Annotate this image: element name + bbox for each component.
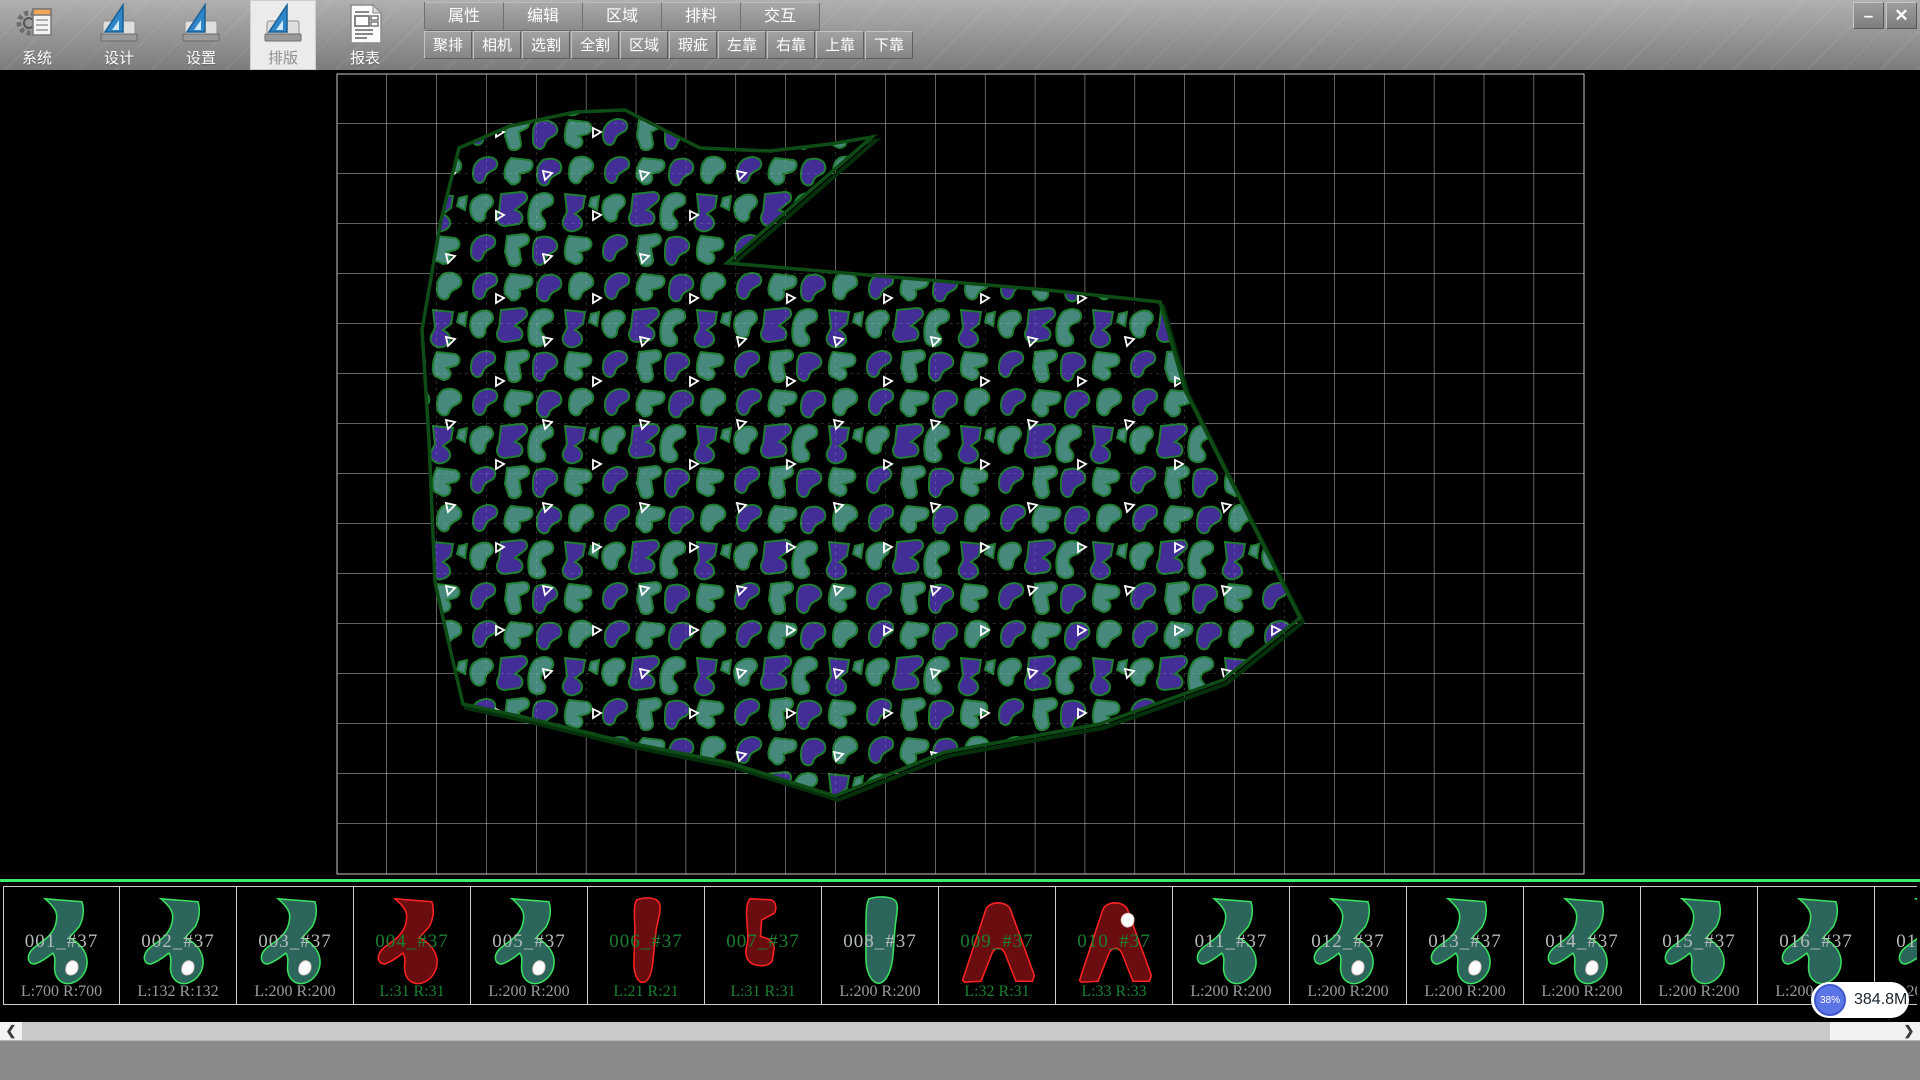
gear-notepad-icon	[15, 3, 59, 45]
part-lr-count: L:200 R:200	[1290, 983, 1406, 1001]
nesting-canvas[interactable]	[0, 70, 1920, 879]
action-align-top[interactable]: 上靠	[816, 31, 864, 59]
part-lr-count: L:33 R:33	[1056, 983, 1172, 1001]
part-thumbnail-008[interactable]: 008_#37 L:200 R:200	[822, 887, 939, 1004]
close-button[interactable]: ✕	[1886, 2, 1917, 29]
part-thumbnail-012[interactable]: 012_#37 L:200 R:200	[1290, 887, 1407, 1004]
action-region[interactable]: 区域	[620, 31, 668, 59]
part-label: 010_#37	[1056, 931, 1172, 953]
tab-label: 系统	[22, 47, 52, 68]
parts-strip: 001_#37 L:700 R:700 002_#37 L:132 R:132 …	[0, 879, 1920, 1022]
part-lr-count: L:200 R:200	[1524, 983, 1640, 1001]
part-thumbnail-011[interactable]: 011_#37 L:200 R:200	[1173, 887, 1290, 1004]
part-label: 016_#37	[1758, 931, 1874, 953]
horizontal-scrollbar: ❮ ❯	[0, 1022, 1920, 1040]
set-square-icon	[179, 3, 223, 45]
memory-size: 384.8M	[1854, 991, 1907, 1009]
part-lr-count: L:200 R:200	[471, 983, 587, 1001]
part-label: 007_#37	[705, 931, 821, 953]
menu-edit[interactable]: 编辑	[504, 2, 583, 31]
nesting-app-window: 系统 设计 设置	[0, 0, 1920, 1080]
part-label: 002_#37	[120, 931, 236, 953]
usage-badge[interactable]: 38% 384.8M	[1811, 982, 1909, 1018]
part-thumbnail-004[interactable]: 004_#37 L:31 R:31	[354, 887, 471, 1004]
action-align-bottom[interactable]: 下靠	[865, 31, 913, 59]
canvas-graphics	[0, 70, 1920, 879]
minimize-button[interactable]: –	[1853, 2, 1884, 29]
toolbar: 系统 设计 设置	[0, 0, 1920, 71]
part-lr-count: L:200 R:200	[1407, 983, 1523, 1001]
menu-region[interactable]: 区域	[583, 2, 662, 31]
part-lr-count: L:200 R:200	[822, 983, 938, 1001]
scroll-left-arrow-icon[interactable]: ❮	[0, 1022, 22, 1040]
action-cluster-nest[interactable]: 聚排	[424, 31, 472, 59]
tab-system[interactable]: 系统	[4, 0, 70, 70]
part-thumbnail-013[interactable]: 013_#37 L:200 R:200	[1407, 887, 1524, 1004]
part-lr-count: L:200 R:200	[237, 983, 353, 1001]
action-defect[interactable]: 瑕疵	[669, 31, 717, 59]
part-label: 006_#37	[588, 931, 704, 953]
part-thumbnail-015[interactable]: 015_#37 L:200 R:200	[1641, 887, 1758, 1004]
part-label: 014_#37	[1524, 931, 1640, 953]
strip-top-line	[0, 879, 1920, 882]
status-bar	[0, 1040, 1920, 1080]
part-label: 012_#37	[1290, 931, 1406, 953]
report-doc-icon	[343, 3, 387, 45]
scroll-right-arrow-icon[interactable]: ❯	[1898, 1022, 1920, 1040]
progress-circle: 38%	[1814, 984, 1846, 1016]
menu-properties[interactable]: 属性	[425, 2, 504, 31]
action-align-left[interactable]: 左靠	[718, 31, 766, 59]
action-select-cut[interactable]: 选割	[522, 31, 570, 59]
part-thumbnail-006[interactable]: 006_#37 L:21 R:21	[588, 887, 705, 1004]
tab-label: 报表	[350, 47, 380, 68]
part-thumbnail-001[interactable]: 001_#37 L:700 R:700	[3, 887, 120, 1004]
menu-interact[interactable]: 交互	[741, 2, 820, 31]
progress-percent: 38%	[1820, 995, 1840, 1006]
tab-report[interactable]: 报表	[332, 0, 398, 70]
menu-bar: 属性 编辑 区域 排料 交互	[424, 2, 820, 29]
set-square-icon	[261, 3, 305, 45]
action-align-right[interactable]: 右靠	[767, 31, 815, 59]
tab-label: 设计	[104, 47, 134, 68]
part-label: 013_#37	[1407, 931, 1523, 953]
part-label: 005_#37	[471, 931, 587, 953]
part-lr-count: L:31 R:31	[705, 983, 821, 1001]
part-thumbnail-014[interactable]: 014_#37 L:200 R:200	[1524, 887, 1641, 1004]
tab-settings[interactable]: 设置	[168, 0, 234, 70]
part-thumbnail-007[interactable]: 007_#37 L:31 R:31	[705, 887, 822, 1004]
set-square-icon	[97, 3, 141, 45]
action-cut-all[interactable]: 全割	[571, 31, 619, 59]
main-tabs: 系统 设计 设置	[4, 0, 398, 70]
part-label: 009_#37	[939, 931, 1055, 953]
part-lr-count: L:700 R:700	[4, 983, 119, 1001]
part-lr-count: L:31 R:31	[354, 983, 470, 1001]
part-label: 008_#37	[822, 931, 938, 953]
part-label: 001_#37	[4, 931, 119, 953]
part-thumbnail-010[interactable]: 010_#37 L:33 R:33	[1056, 887, 1173, 1004]
tab-label: 设置	[186, 47, 216, 68]
tab-label: 排版	[268, 47, 298, 68]
part-label: 004_#37	[354, 931, 470, 953]
part-thumbnail-list: 001_#37 L:700 R:700 002_#37 L:132 R:132 …	[3, 886, 1917, 1005]
part-thumbnail-003[interactable]: 003_#37 L:200 R:200	[237, 887, 354, 1004]
part-label: 011_#37	[1173, 931, 1289, 953]
part-thumbnail-002[interactable]: 002_#37 L:132 R:132	[120, 887, 237, 1004]
action-bar: 聚排 相机 选割 全割 区域 瑕疵 左靠 右靠 上靠 下靠	[424, 31, 913, 59]
menu-nest[interactable]: 排料	[662, 2, 741, 31]
part-lr-count: L:200 R:200	[1641, 983, 1757, 1001]
part-label: 017_#37	[1875, 931, 1917, 953]
window-controls: – ✕	[1853, 2, 1917, 29]
part-lr-count: L:21 R:21	[588, 983, 704, 1001]
action-camera[interactable]: 相机	[473, 31, 521, 59]
part-lr-count: L:200 R:200	[1173, 983, 1289, 1001]
part-label: 003_#37	[237, 931, 353, 953]
part-label: 015_#37	[1641, 931, 1757, 953]
tab-design[interactable]: 设计	[86, 0, 152, 70]
scrollbar-thumb[interactable]	[22, 1022, 1830, 1040]
part-lr-count: L:132 R:132	[120, 983, 236, 1001]
part-lr-count: L:32 R:31	[939, 983, 1055, 1001]
part-thumbnail-005[interactable]: 005_#37 L:200 R:200	[471, 887, 588, 1004]
tab-nesting[interactable]: 排版	[250, 0, 316, 70]
part-thumbnail-009[interactable]: 009_#37 L:32 R:31	[939, 887, 1056, 1004]
